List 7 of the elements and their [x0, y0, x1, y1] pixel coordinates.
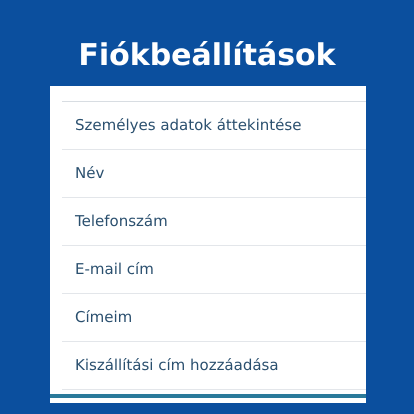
menu-item[interactable]: Név: [62, 150, 366, 198]
menu-item[interactable]: Címeim: [62, 294, 366, 342]
menu-item[interactable]: Kiszállítási cím hozzáadása: [62, 342, 366, 390]
page-title: Fiókbeállítások: [77, 37, 337, 75]
menu-item[interactable]: E-mail cím: [62, 246, 366, 294]
menu-item[interactable]: Telefonszám: [62, 198, 366, 246]
menu-item[interactable]: Személyes adatok áttekintése: [62, 102, 366, 150]
